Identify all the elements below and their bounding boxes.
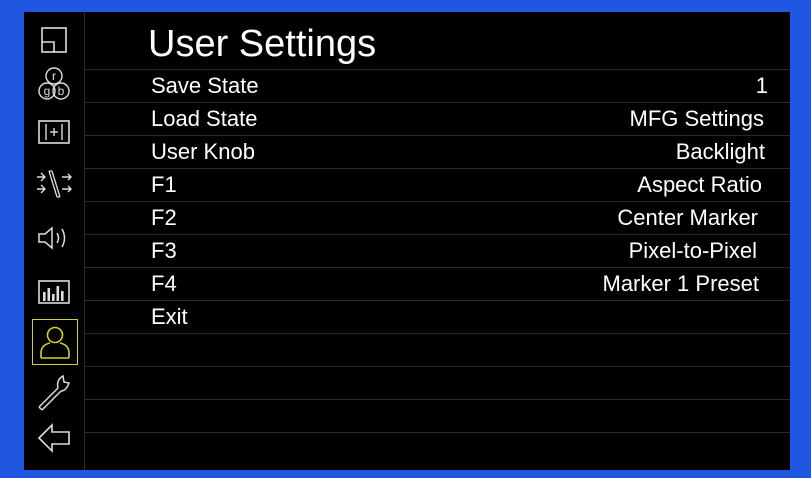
sidebar-item-user[interactable] [32,319,78,365]
sidebar-item-back[interactable] [30,416,78,460]
menu-row-value: Center Marker [617,205,758,230]
menu-row-value: 1 [755,73,768,98]
sidebar-item-marker[interactable] [30,110,78,154]
menu-row-label: User Knob [151,139,255,164]
rgb-color-icon: r g b [38,67,70,100]
menu-row-value: Aspect Ratio [637,172,762,197]
menu-row-value: Backlight [675,139,765,164]
menu-row-value: Marker 1 Preset [602,271,760,296]
menu-row-empty [84,333,790,366]
menu-row-label: Save State [151,73,259,98]
rgb-b-letter: b [58,84,65,98]
speaker-icon [38,226,66,250]
menu-row-user-knob[interactable]: User Knob Backlight [84,135,790,168]
menu-row-label: F3 [151,238,177,263]
rgb-g-letter: g [44,84,51,98]
menu-row-empty [84,366,790,399]
user-icon [40,326,70,359]
menu-row-label: Exit [151,304,188,329]
menu-row-empty [84,432,790,465]
menu-row-f4[interactable]: F4 Marker 1 Preset [84,267,790,300]
osd-screen: r g b User Settings Save State 1 Load St… [24,12,790,470]
marker-icon [38,120,70,144]
sidebar-item-input[interactable] [30,162,78,206]
wrench-icon [38,374,71,411]
menu-row-load-state[interactable]: Load State MFG Settings [84,102,790,135]
menu-row-empty [84,399,790,432]
menu-row-value: MFG Settings [629,106,764,131]
menu-row-f3[interactable]: F3 Pixel-to-Pixel [84,234,790,267]
sidebar: r g b [24,12,85,470]
sidebar-item-color[interactable]: r g b [30,62,78,106]
menu-row-label: Load State [151,106,258,131]
sidebar-item-picture[interactable] [30,18,78,62]
menu-row-exit[interactable]: Exit [84,300,790,333]
menu-row-label: F4 [151,271,177,296]
page-title: User Settings [148,23,377,65]
menu-row-label: F2 [151,205,177,230]
rgb-r-letter: r [52,69,56,83]
picture-layout-icon [41,27,67,53]
sidebar-item-setup[interactable] [30,370,78,414]
sidebar-item-audio[interactable] [30,216,78,260]
menu-row-label: F1 [151,172,177,197]
input-signal-icon [37,170,72,198]
menu-row-f2[interactable]: F2 Center Marker [84,201,790,234]
menu-row-f1[interactable]: F1 Aspect Ratio [84,168,790,201]
histogram-icon [38,280,70,304]
sidebar-item-measure[interactable] [30,270,78,314]
menu-row-save-state[interactable]: Save State 1 [84,69,790,102]
back-arrow-icon [37,423,70,453]
menu-row-value: Pixel-to-Pixel [628,238,757,263]
